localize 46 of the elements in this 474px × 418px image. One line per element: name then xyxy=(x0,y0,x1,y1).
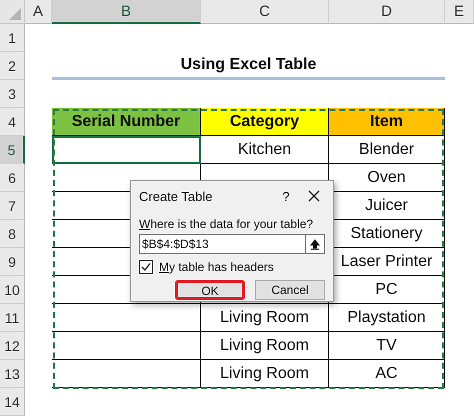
table-cell[interactable] xyxy=(52,136,201,164)
row-header[interactable]: 11 xyxy=(0,304,25,332)
checkbox-label: My table has headers xyxy=(159,260,274,274)
table-cell[interactable] xyxy=(52,304,201,332)
dialog-button[interactable]: OK xyxy=(175,280,245,300)
row-header[interactable]: 7 xyxy=(0,192,25,220)
close-icon[interactable] xyxy=(308,190,320,202)
column-header[interactable]: B xyxy=(52,0,201,24)
table-cell[interactable] xyxy=(52,360,201,388)
row-header[interactable]: 13 xyxy=(0,360,25,388)
column-heading: Item xyxy=(329,108,445,136)
row-header[interactable]: 9 xyxy=(0,248,25,276)
row-header[interactable]: 6 xyxy=(0,164,25,192)
table-cell: Playstation xyxy=(329,304,445,332)
column-heading: Category xyxy=(201,108,329,136)
upload-arrow-icon[interactable] xyxy=(310,238,320,250)
row-header[interactable]: 10 xyxy=(0,276,25,304)
range-field[interactable]: $B$4:$D$13 xyxy=(139,234,305,254)
row-header[interactable]: 14 xyxy=(0,388,25,416)
column-header[interactable]: D xyxy=(329,0,445,24)
column-heading: Serial Number xyxy=(52,108,201,136)
table-cell: Blender xyxy=(329,136,445,164)
dialog-button[interactable]: Cancel xyxy=(255,280,325,300)
collapse-button[interactable] xyxy=(305,234,325,254)
help-button[interactable]: ? xyxy=(275,188,297,204)
row-header[interactable]: 8 xyxy=(0,220,25,248)
table-cell: Living Room xyxy=(201,332,329,360)
row-header[interactable]: 3 xyxy=(0,80,25,108)
table-cell: AC xyxy=(329,360,445,388)
row-header[interactable]: 12 xyxy=(0,332,25,360)
checkbox[interactable] xyxy=(139,260,153,274)
row-header[interactable]: 4 xyxy=(0,108,25,136)
table-cell: Living Room xyxy=(201,304,329,332)
row-header[interactable]: 2 xyxy=(0,52,25,80)
column-header[interactable]: E xyxy=(445,0,474,24)
column-header[interactable]: C xyxy=(201,0,329,24)
dialog-title: Create Table xyxy=(139,188,214,204)
table-cell: TV xyxy=(329,332,445,360)
row-header[interactable]: 1 xyxy=(0,24,25,52)
table-cell[interactable] xyxy=(52,332,201,360)
row-header[interactable]: 5 xyxy=(0,136,25,164)
table-cell: Living Room xyxy=(201,360,329,388)
column-header[interactable]: A xyxy=(25,0,52,24)
sheet-title: Using Excel Table xyxy=(52,52,445,80)
table-cell: Kitchen xyxy=(201,136,329,164)
range-prompt: Where is the data for your table? xyxy=(139,217,314,231)
